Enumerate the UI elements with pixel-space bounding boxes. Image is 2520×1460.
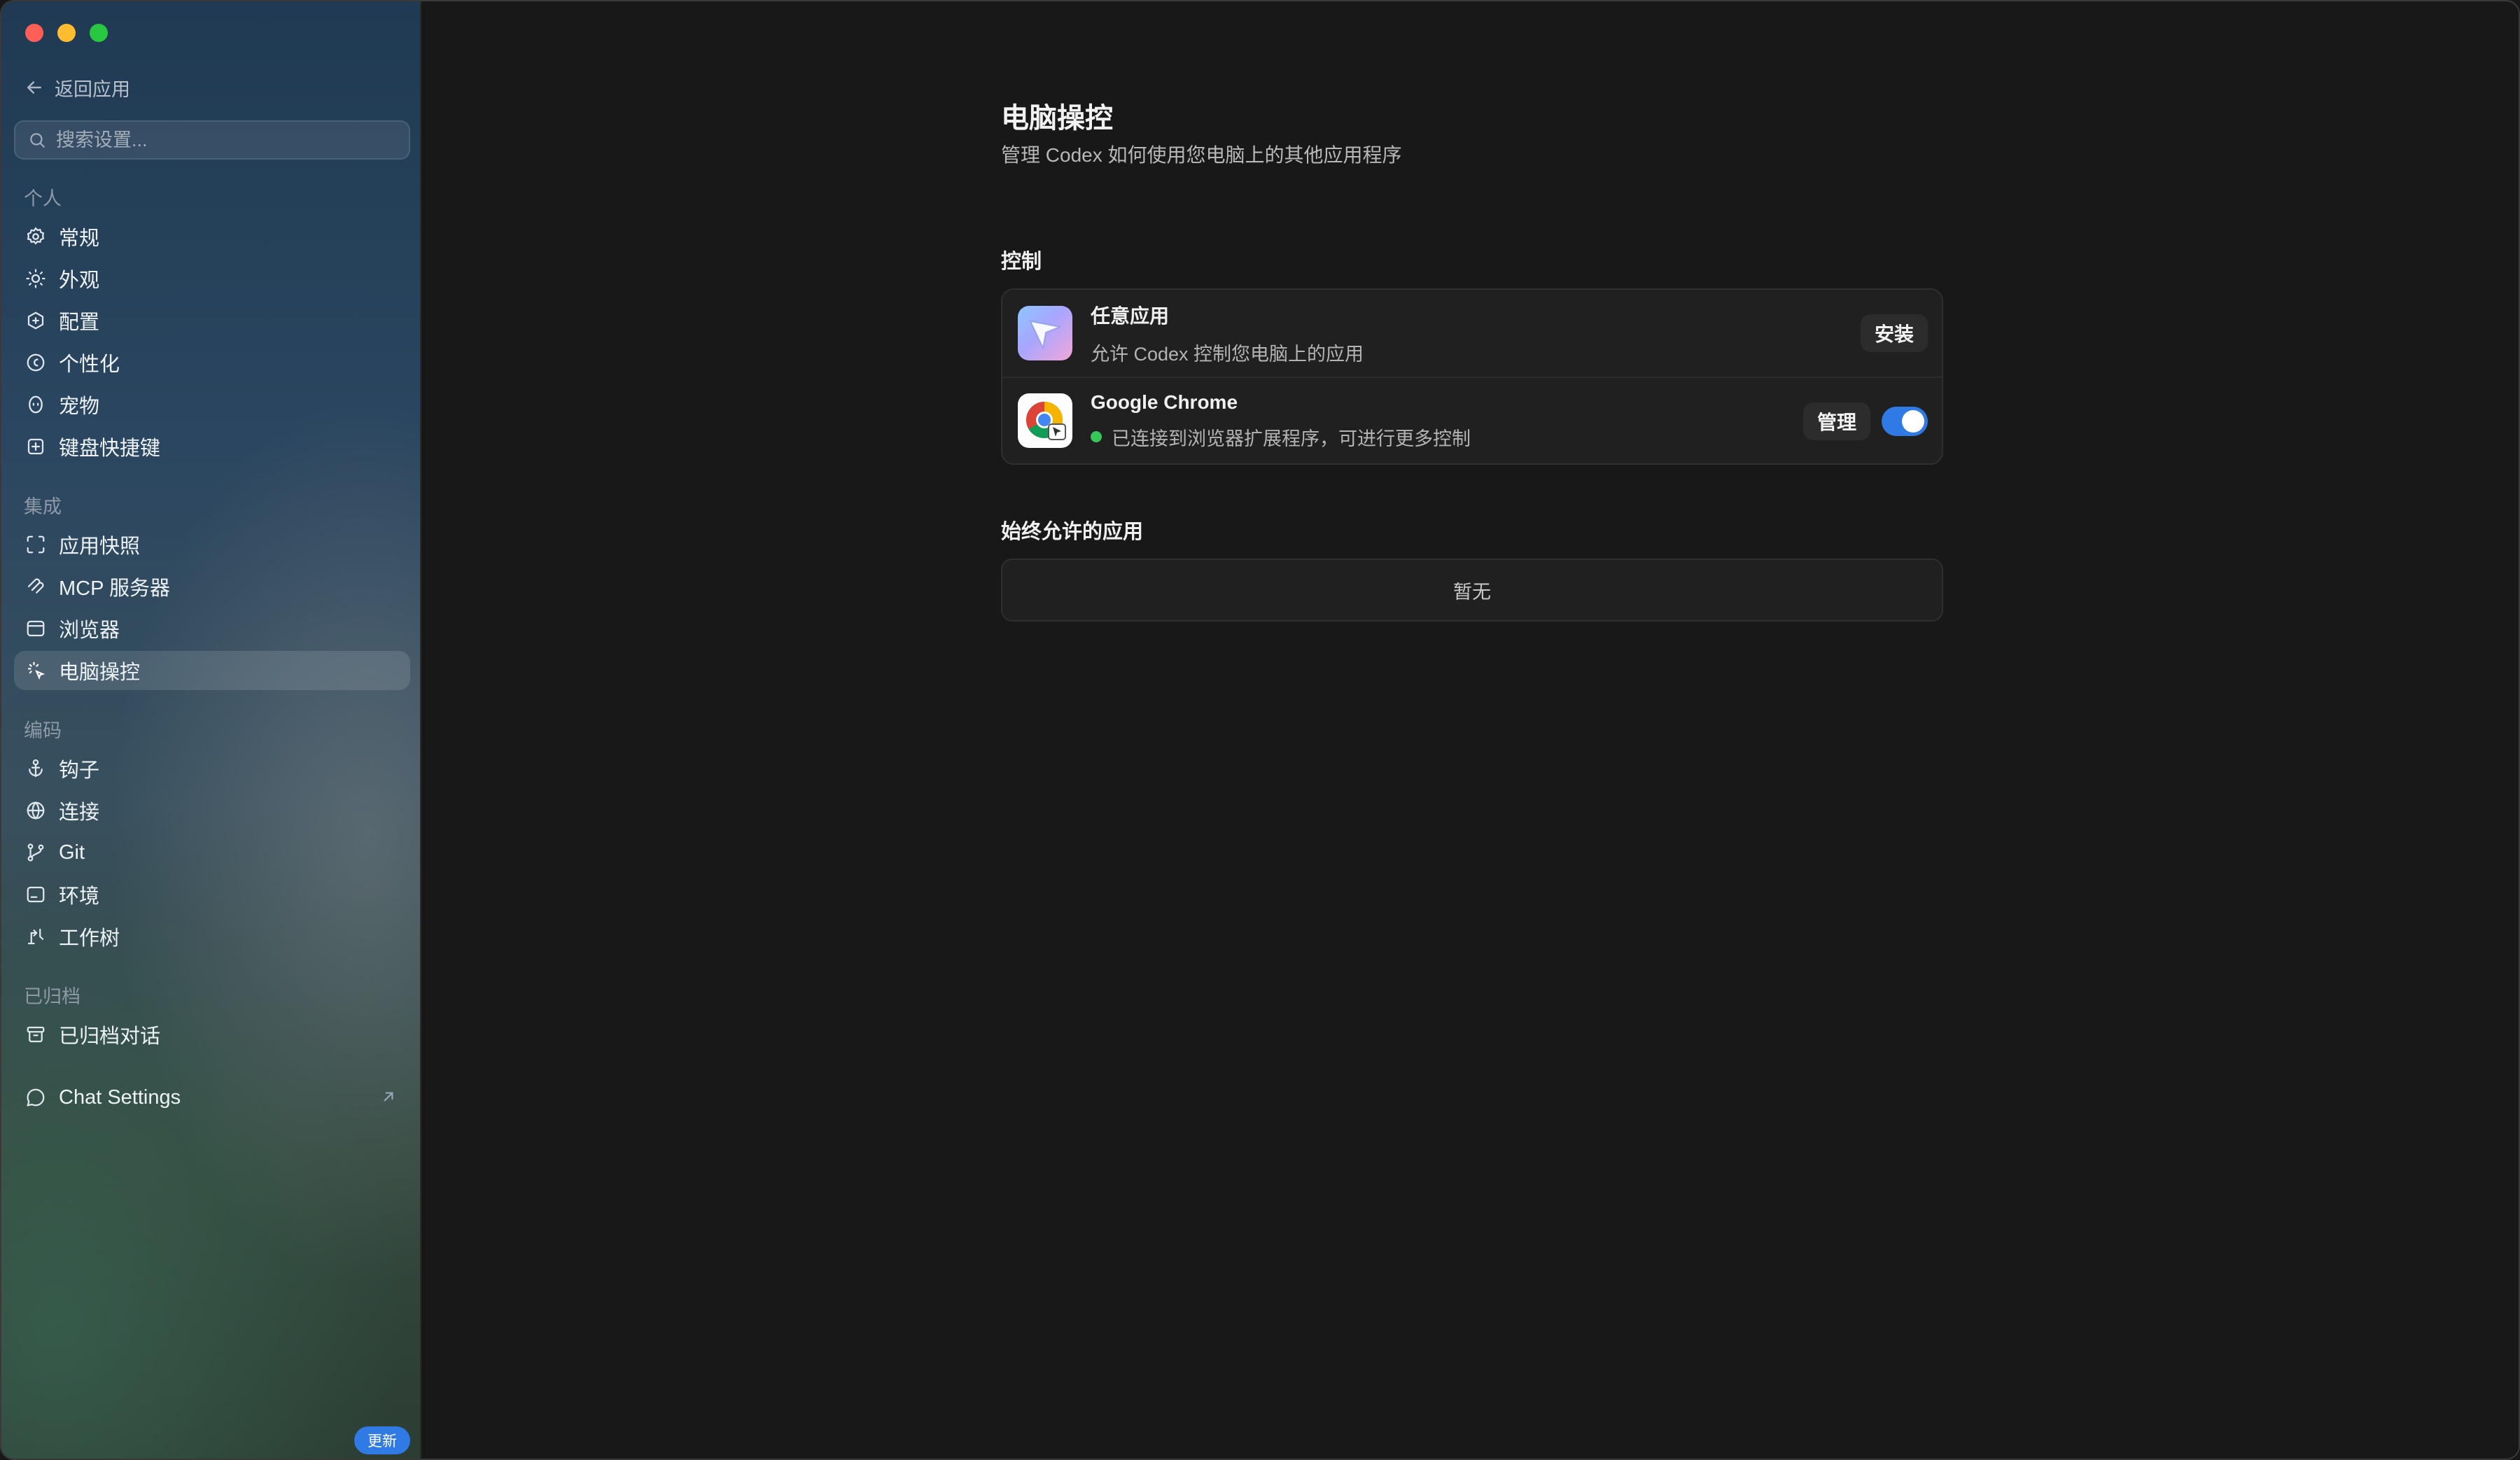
- row-description-text: 允许 Codex 控制您电脑上的应用: [1091, 343, 1364, 365]
- chrome-control-toggle[interactable]: [1882, 407, 1928, 436]
- git-branch-icon: [27, 843, 44, 862]
- page-title: 电脑操控: [1001, 103, 1113, 134]
- control-row-any-app: 任意应用 允许 Codex 控制您电脑上的应用 安装: [1002, 290, 1942, 377]
- sidebar-item-label: Chat Settings: [59, 1086, 181, 1109]
- main-content: 电脑操控 管理 Codex 如何使用您电脑上的其他应用程序 控制 任意应用 允许…: [423, 1, 2519, 1459]
- snapshot-icon: [27, 535, 45, 554]
- sidebar-item-label: 工作树: [59, 927, 120, 950]
- sidebar-item-label: 个性化: [59, 353, 120, 376]
- sidebar-item-label: 应用快照: [59, 535, 141, 558]
- row-description-text: 已连接到浏览器扩展程序，可进行更多控制: [1112, 428, 1471, 449]
- sidebar-item-environment[interactable]: 环境: [14, 875, 410, 914]
- sidebar-item-label: 已归档对话: [59, 1025, 161, 1048]
- sidebar-item-label: 浏览器: [59, 619, 120, 642]
- sidebar-item-hooks[interactable]: 钩子: [14, 749, 410, 788]
- row-title: Google Chrome: [1091, 391, 1238, 413]
- terminal-icon: [27, 886, 45, 903]
- sidebar-item-label: 钩子: [59, 759, 100, 782]
- sidebar-item-pets[interactable]: 宠物: [14, 385, 410, 424]
- gear-icon: [27, 227, 45, 245]
- section-archived: 已归档: [24, 986, 80, 1007]
- arrow-left-icon: [27, 81, 41, 94]
- globe-icon: [27, 801, 45, 820]
- sidebar-item-label: 常规: [59, 227, 100, 250]
- control-row-chrome: Google Chrome 已连接到浏览器扩展程序，可进行更多控制 管理: [1002, 377, 1942, 463]
- close-window-button[interactable]: [25, 24, 43, 42]
- manage-button[interactable]: 管理: [1802, 402, 1870, 440]
- computer-control-icon: [27, 661, 46, 680]
- chat-bubble-icon: [27, 1088, 45, 1107]
- install-button[interactable]: 安装: [1860, 314, 1928, 352]
- sidebar-item-config[interactable]: 配置: [14, 301, 410, 340]
- archive-icon: [27, 1026, 45, 1043]
- keyboard-shortcut-icon: [27, 438, 44, 455]
- connected-status-dot: [1091, 431, 1102, 442]
- row-description: 允许 Codex 控制您电脑上的应用: [1091, 339, 1364, 366]
- sidebar-item-shortcuts[interactable]: 键盘快捷键: [14, 427, 410, 466]
- sidebar-item-label: 键盘快捷键: [59, 437, 161, 460]
- page-subtitle: 管理 Codex 如何使用您电脑上的其他应用程序: [1001, 144, 1402, 166]
- codex-cursor-app-icon: [1018, 306, 1072, 360]
- sidebar-item-label: 宠物: [59, 395, 100, 418]
- sidebar-item-browser[interactable]: 浏览器: [14, 609, 410, 648]
- google-chrome-icon: [1018, 393, 1072, 448]
- zoom-window-button[interactable]: [90, 24, 108, 42]
- browser-icon: [27, 620, 45, 637]
- back-to-app-link[interactable]: 返回应用: [24, 71, 130, 104]
- control-section-title: 控制: [1001, 251, 1042, 273]
- external-link-icon: [384, 1092, 393, 1102]
- section-coding: 编码: [24, 720, 62, 741]
- allowed-apps-section-title: 始终允许的应用: [1001, 521, 1144, 543]
- sidebar-item-connections[interactable]: 连接: [14, 791, 410, 830]
- back-to-app-label: 返回应用: [55, 78, 130, 100]
- window-controls: [25, 24, 108, 42]
- sidebar-item-label: 连接: [59, 801, 100, 824]
- worktree-icon: [27, 928, 44, 945]
- sidebar-item-appearance[interactable]: 外观: [14, 259, 410, 298]
- section-integrations: 集成: [24, 496, 62, 517]
- sidebar-item-mcp[interactable]: MCP 服务器: [14, 567, 410, 606]
- sidebar-item-label: MCP 服务器: [59, 577, 170, 600]
- sidebar-item-git[interactable]: Git: [14, 833, 410, 872]
- mcp-icon: [27, 578, 44, 594]
- control-card: 任意应用 允许 Codex 控制您电脑上的应用 安装 Google Chrome…: [1001, 288, 1943, 465]
- sidebar-item-app-snapshot[interactable]: 应用快照: [14, 525, 410, 564]
- anchor-icon: [29, 759, 43, 778]
- minimize-window-button[interactable]: [57, 24, 76, 42]
- sidebar-item-general[interactable]: 常规: [14, 217, 410, 256]
- row-title: 任意应用: [1091, 304, 1170, 327]
- sidebar-item-label: 外观: [59, 269, 100, 292]
- sidebar-item-archived-chats[interactable]: 已归档对话: [14, 1015, 410, 1054]
- search-icon: [30, 133, 45, 148]
- pet-icon: [29, 395, 43, 414]
- update-badge[interactable]: 更新: [354, 1426, 410, 1454]
- sidebar-item-chat-settings[interactable]: Chat Settings: [14, 1078, 410, 1117]
- personalization-icon: [27, 353, 45, 372]
- sidebar-item-label: 配置: [59, 311, 100, 334]
- sidebar-item-worktree[interactable]: 工作树: [14, 917, 410, 956]
- sidebar-item-personalization[interactable]: 个性化: [14, 343, 410, 382]
- sidebar-item-label: 电脑操控: [59, 661, 141, 684]
- search-box[interactable]: [14, 120, 410, 160]
- sidebar-item-computer-control[interactable]: 电脑操控: [14, 651, 410, 690]
- row-description: 已连接到浏览器扩展程序，可进行更多控制: [1091, 423, 1471, 451]
- sun-icon: [26, 269, 46, 288]
- toggle-knob: [1902, 410, 1924, 433]
- config-icon: [27, 311, 44, 330]
- allowed-apps-empty-state: 暂无: [1001, 559, 1943, 622]
- section-personal: 个人: [24, 188, 62, 209]
- sidebar-item-label: Git: [59, 841, 85, 864]
- sidebar: 返回应用 个人 常规 外观 配置 个性化 宠物 键盘: [1, 1, 421, 1459]
- sidebar-item-label: 环境: [59, 885, 100, 908]
- search-input[interactable]: [56, 129, 392, 151]
- settings-window: 返回应用 个人 常规 外观 配置 个性化 宠物 键盘: [0, 0, 2520, 1460]
